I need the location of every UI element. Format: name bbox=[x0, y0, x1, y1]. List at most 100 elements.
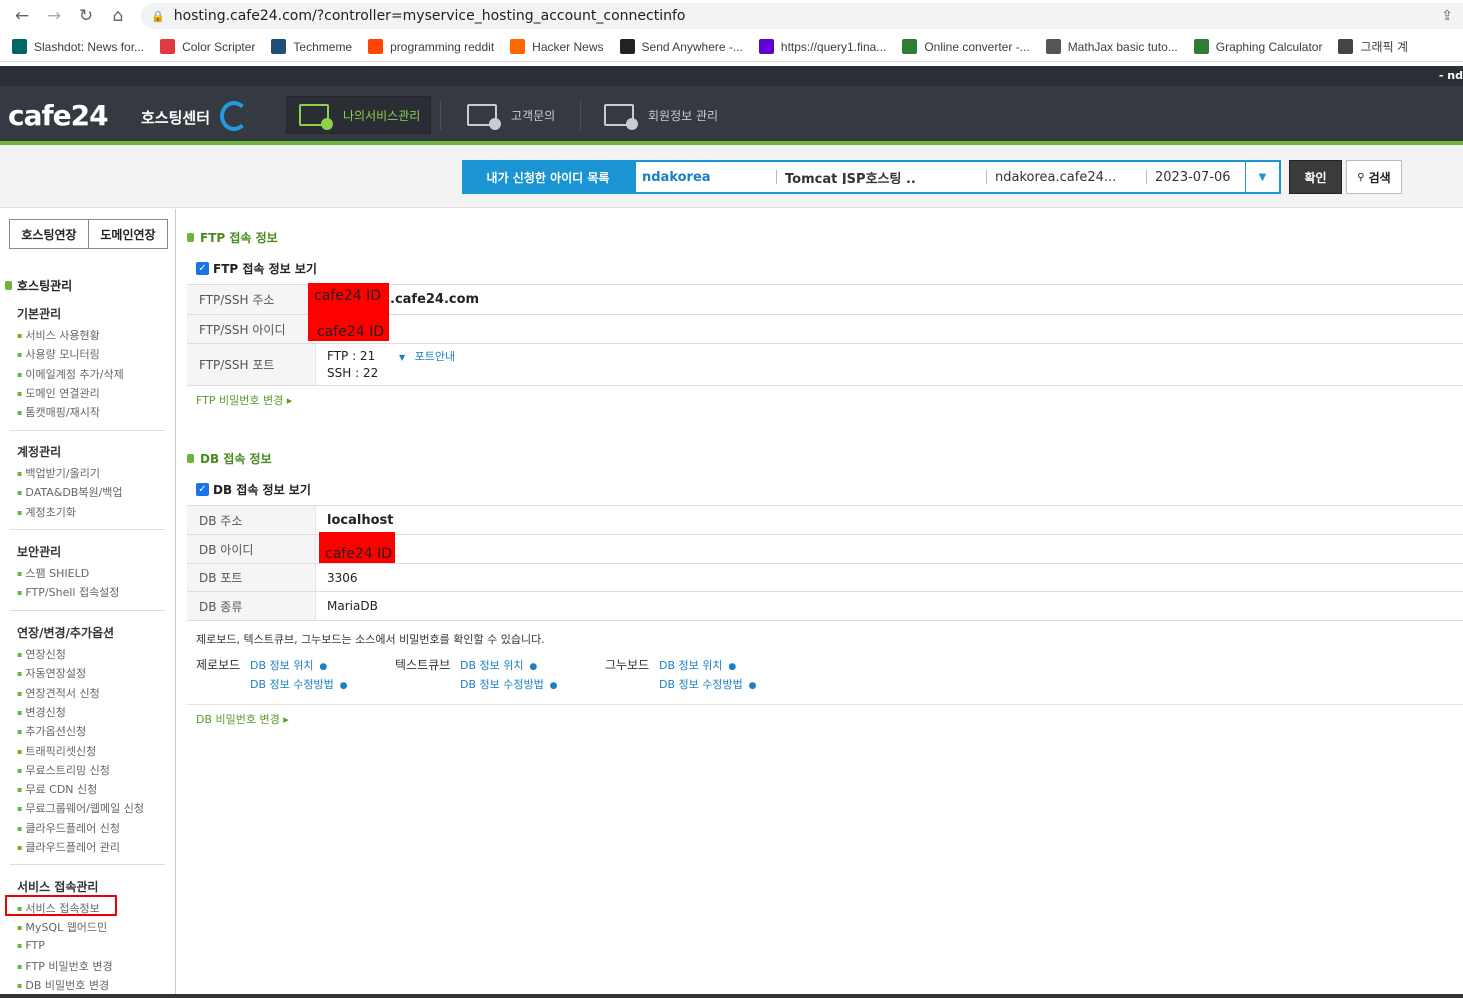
bookmark-item[interactable]: 그래픽 계 bbox=[1338, 38, 1408, 55]
caret-down-icon: ▼ bbox=[399, 353, 406, 362]
slashdot-icon bbox=[12, 39, 27, 54]
port-guide-link[interactable]: ▼ 포트안내 bbox=[399, 348, 455, 364]
chevron-down-icon[interactable]: ▼ bbox=[1245, 162, 1279, 192]
sidebar-menu-item[interactable]: 연장신청 bbox=[17, 646, 65, 662]
db-address-row: DB 주소 localhost bbox=[187, 505, 1463, 534]
bookmark-item[interactable]: Color Scripter bbox=[160, 39, 255, 54]
sidebar-menu-item[interactable]: DB 비밀번호 변경 bbox=[17, 977, 109, 993]
nav-my-service[interactable]: 나의서비스관리 bbox=[286, 96, 432, 134]
sidebar-menu-item[interactable]: 톰캣매핑/재시작 bbox=[17, 404, 100, 420]
sidebar-menu-item[interactable]: 사용량 모니터링 bbox=[17, 346, 99, 362]
db-port-value: 3306 bbox=[327, 570, 358, 585]
forward-icon[interactable]: → bbox=[38, 0, 70, 32]
graph-icon bbox=[1338, 39, 1354, 54]
bookmark-item[interactable]: MathJax basic tuto... bbox=[1045, 39, 1178, 54]
reload-icon[interactable]: ↻ bbox=[70, 0, 102, 32]
textcube-db-location-link[interactable]: DB 정보 위치 bbox=[460, 657, 537, 673]
sidebar-menu-item[interactable]: 변경신청 bbox=[17, 704, 65, 720]
reddit-icon bbox=[368, 39, 384, 54]
highlight-box bbox=[5, 895, 117, 916]
sidebar-menu-item[interactable]: 백업받기/올리기 bbox=[17, 465, 100, 481]
ftp-port-value: FTP : 21 bbox=[327, 348, 376, 363]
url-text: hosting.cafe24.com/?controller=myservice… bbox=[173, 8, 686, 24]
mathjax-icon bbox=[1045, 39, 1061, 54]
sidebar-menu-item[interactable]: 무료그룹웨어/웹메일 신청 bbox=[17, 800, 144, 816]
redaction-block: cafe24 ID cafe24 ID bbox=[308, 283, 389, 341]
address-bar[interactable]: 🔒 hosting.cafe24.com/?controller=myservi… bbox=[141, 3, 1463, 29]
nav-customer-inquiry[interactable]: 고객문의 bbox=[467, 96, 555, 134]
bottom-border bbox=[0, 994, 1463, 998]
sidebar-menu-item[interactable]: FTP 비밀번호 변경 bbox=[17, 958, 112, 974]
sidebar-menu-item[interactable]: 도메인 연결관리 bbox=[17, 385, 99, 401]
sidebar-menu-item[interactable]: 무료스트리밍 신청 bbox=[17, 762, 109, 778]
confirm-button[interactable]: 확인 bbox=[1289, 160, 1342, 194]
user-name[interactable]: - nd bbox=[1439, 69, 1463, 82]
bookmark-label: MathJax basic tuto... bbox=[1067, 39, 1178, 54]
hosting-renew-button[interactable]: 호스팅연장 bbox=[9, 219, 89, 249]
monitor-gear-icon bbox=[299, 104, 333, 130]
bookmark-label: Online converter -... bbox=[924, 39, 1030, 54]
ftp-section-title: FTP 접속 정보 bbox=[187, 229, 278, 246]
sidebar-menu-item[interactable]: DATA&DB복원/백업 bbox=[17, 484, 122, 500]
gnuboard-db-edit-link[interactable]: DB 정보 수정방법 bbox=[659, 676, 756, 692]
hosting-management-label: 호스팅관리 bbox=[17, 279, 73, 293]
ftp-port-values: FTP : 21 SSH : 22 bbox=[327, 344, 378, 385]
bookmark-item[interactable]: programming reddit bbox=[368, 39, 494, 54]
bookmark-label: programming reddit bbox=[390, 39, 495, 54]
textcube-db-edit-link[interactable]: DB 정보 수정방법 bbox=[460, 676, 557, 692]
bookmark-label: 그래픽 계 bbox=[1360, 40, 1408, 54]
sidebar-menu-item[interactable]: 연장견적서 신청 bbox=[17, 685, 99, 701]
ftp-show-label: FTP 접속 정보 보기 bbox=[213, 262, 317, 276]
sidebar-group-title: 보안관리 bbox=[17, 545, 62, 559]
ftp-address-value: .cafe24.com bbox=[390, 292, 480, 307]
ftp-show-checkbox[interactable]: ✓ FTP 접속 정보 보기 bbox=[196, 260, 317, 277]
db-show-checkbox[interactable]: ✓ DB 접속 정보 보기 bbox=[196, 481, 311, 498]
bookmark-item[interactable]: Send Anywhere -... bbox=[619, 39, 743, 54]
sidebar-menu-item[interactable]: MySQL 웹어드민 bbox=[17, 919, 107, 935]
browser-toolbar: ← → ↻ ⌂ 🔒 hosting.cafe24.com/?controller… bbox=[0, 0, 1463, 32]
nav-member-info[interactable]: 회원정보 관리 bbox=[604, 96, 718, 134]
share-icon[interactable]: ⇪ bbox=[1441, 8, 1453, 24]
db-port-row: DB 포트 3306 bbox=[187, 563, 1463, 591]
sidebar-menu-item[interactable]: FTP/Shell 접속설정 bbox=[17, 584, 119, 600]
sidebar-menu-item[interactable]: 추가옵션신청 bbox=[17, 723, 86, 739]
sidebar-menu-item[interactable]: 이메일계정 추가/삭제 bbox=[17, 366, 123, 382]
sidebar-menu-item[interactable]: FTP bbox=[17, 939, 45, 952]
db-type-value: MariaDB bbox=[327, 599, 378, 613]
bookmark-item[interactable]: https://query1.fina... bbox=[758, 39, 886, 54]
home-icon[interactable]: ⌂ bbox=[102, 0, 134, 32]
domain-renew-button[interactable]: 도메인연장 bbox=[88, 219, 168, 249]
search-button[interactable]: ⚲ 검색 bbox=[1346, 160, 1402, 194]
bookmark-item[interactable]: Slashdot: News for... bbox=[12, 39, 144, 54]
sidebar-menu-item[interactable]: 서비스 사용현황 bbox=[17, 327, 99, 343]
sidebar-menu-item[interactable]: 자동연장설정 bbox=[17, 665, 86, 681]
account-select[interactable]: ndakorea Tomcat JSP호스팅 .. ndakorea.cafe2… bbox=[634, 160, 1281, 194]
sidebar-menu-item[interactable]: 무료 CDN 신청 bbox=[17, 781, 97, 797]
ftp-password-change-link[interactable]: FTP 비밀번호 변경 bbox=[196, 392, 292, 408]
cafe24-logo[interactable]: cafe24 bbox=[8, 99, 109, 132]
db-password-change-link[interactable]: DB 비밀번호 변경 bbox=[196, 711, 289, 727]
hacker-news-icon bbox=[510, 39, 526, 54]
lock-icon: 🔒 bbox=[151, 9, 165, 23]
account-list-label: 내가 신청한 아이디 목록 bbox=[462, 160, 634, 194]
bookmark-item[interactable]: Online converter -... bbox=[902, 39, 1030, 54]
ftp-section-label: FTP 접속 정보 bbox=[200, 231, 278, 245]
bookmark-item[interactable]: Hacker News bbox=[510, 39, 604, 54]
sidebar-menu-item[interactable]: 스팸 SHIELD bbox=[17, 565, 89, 581]
bookmark-label: Techmeme bbox=[293, 39, 353, 54]
sidebar-menu-item[interactable]: 클라우드플레어 신청 bbox=[17, 820, 120, 836]
sidebar-menu-item[interactable]: 클라우드플레어 관리 bbox=[17, 839, 120, 855]
bullet-icon bbox=[5, 281, 12, 290]
zeroboard-db-location-link[interactable]: DB 정보 위치 bbox=[250, 657, 327, 673]
back-icon[interactable]: ← bbox=[6, 0, 38, 32]
bookmark-item[interactable]: Techmeme bbox=[271, 39, 352, 54]
zeroboard-db-edit-link[interactable]: DB 정보 수정방법 bbox=[250, 676, 347, 692]
db-show-label: DB 접속 정보 보기 bbox=[213, 483, 311, 497]
ssh-port-value: SSH : 22 bbox=[327, 365, 379, 380]
bookmark-item[interactable]: Graphing Calculator bbox=[1193, 39, 1322, 54]
sidebar-menu-item[interactable]: 트래픽리셋신청 bbox=[17, 743, 96, 759]
gnuboard-db-location-link[interactable]: DB 정보 위치 bbox=[659, 657, 736, 673]
redaction-text: cafe24 ID bbox=[317, 324, 384, 340]
db-section-title: DB 접속 정보 bbox=[187, 450, 272, 467]
sidebar-menu-item[interactable]: 계정초기화 bbox=[17, 504, 76, 520]
